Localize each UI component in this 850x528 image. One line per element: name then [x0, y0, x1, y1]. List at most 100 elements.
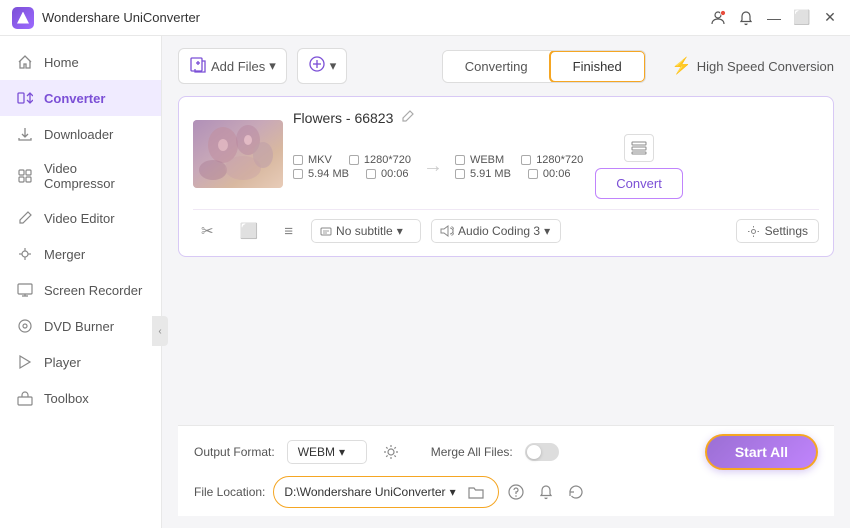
sidebar-item-screen-recorder[interactable]: Screen Recorder [0, 272, 161, 308]
settings-label: Settings [765, 224, 808, 238]
source-dur-checkbox [366, 169, 376, 179]
footer-icons [507, 479, 585, 506]
refresh-icon[interactable] [567, 483, 585, 506]
edit-icon [16, 209, 34, 227]
subtitle-arrow: ▾ [397, 224, 403, 238]
add-drop-button[interactable]: ▾ [297, 48, 348, 84]
minimize-icon[interactable]: — [766, 10, 782, 26]
source-format-checkbox [293, 155, 303, 165]
output-size: 5.91 MB [470, 168, 511, 180]
file-location-label: File Location: [194, 485, 265, 499]
sidebar: Home Converter Downloader [0, 36, 162, 528]
file-card-header: Flowers - 66823 MKV [193, 109, 819, 199]
output-format-arrow: ▾ [339, 445, 345, 459]
output-format-text: WEBM [470, 154, 504, 166]
speed-icon: ⚡ [672, 56, 692, 76]
sidebar-label-home: Home [44, 55, 79, 70]
file-name-text: Flowers - 66823 [293, 110, 393, 126]
location-select[interactable]: D:\Wondershare UniConverter ▾ [284, 485, 455, 499]
main-layout: Home Converter Downloader [0, 36, 850, 528]
sidebar-item-dvd-burner[interactable]: DVD Burner [0, 308, 161, 344]
notification-footer-icon[interactable] [537, 483, 555, 506]
scissors-icon[interactable]: ✂ [193, 218, 222, 244]
sidebar-item-home[interactable]: Home [0, 44, 161, 80]
merge-icon [16, 245, 34, 263]
file-formats-row: MKV 1280*720 5.94 MB 00:06 [293, 134, 819, 199]
toolbar: Add Files ▾ ▾ Converting Finished ⚡ [178, 48, 834, 84]
sidebar-item-video-editor[interactable]: Video Editor [0, 200, 161, 236]
output-resolution: 1280*720 [536, 154, 583, 166]
crop-icon[interactable]: ⬜ [232, 218, 267, 244]
spacer [178, 265, 834, 425]
file-location-value: D:\Wondershare UniConverter [284, 485, 445, 499]
source-res-checkbox [349, 155, 359, 165]
high-speed-btn[interactable]: ⚡ High Speed Conversion [672, 56, 834, 76]
sidebar-collapse-btn[interactable]: ‹ [152, 316, 168, 346]
sidebar-item-toolbox[interactable]: Toolbox [0, 380, 161, 416]
tab-converting[interactable]: Converting [443, 51, 550, 82]
subtitle-icon [320, 225, 332, 237]
bottom-bar: Output Format: WEBM ▾ Merge All Files: [178, 425, 834, 516]
file-settings-icon-btn[interactable] [624, 134, 654, 162]
effects-icon[interactable]: ≡ [276, 219, 301, 244]
file-card: Flowers - 66823 MKV [178, 96, 834, 257]
add-files-button[interactable]: Add Files ▾ [178, 48, 287, 84]
user-icon[interactable] [710, 10, 726, 26]
help-icon[interactable] [507, 483, 525, 506]
subtitle-label: No subtitle [336, 224, 393, 238]
sidebar-label-video-compressor: Video Compressor [44, 161, 145, 191]
convert-button[interactable]: Convert [595, 168, 683, 199]
audio-arrow: ▾ [544, 224, 550, 238]
audio-label: Audio Coding 3 [458, 224, 540, 238]
file-info-area: Flowers - 66823 MKV [293, 109, 819, 199]
dvd-icon [16, 317, 34, 335]
sidebar-label-downloader: Downloader [44, 127, 113, 142]
sidebar-label-screen-recorder: Screen Recorder [44, 283, 142, 298]
output-format-value: WEBM [298, 445, 335, 459]
maximize-icon[interactable]: ⬜ [794, 10, 810, 26]
converter-icon [16, 89, 34, 107]
output-format-settings-icon[interactable] [379, 440, 403, 464]
sidebar-item-downloader[interactable]: Downloader [0, 116, 161, 152]
settings-button[interactable]: Settings [736, 219, 819, 243]
output-format-label: Output Format: [194, 445, 275, 459]
add-drop-icon [308, 55, 326, 77]
edit-name-icon[interactable] [401, 109, 415, 126]
add-drop-label: ▾ [330, 58, 337, 74]
source-size-checkbox [293, 169, 303, 179]
merge-toggle[interactable] [525, 443, 559, 461]
subtitle-select[interactable]: No subtitle ▾ [311, 219, 421, 243]
folder-icon[interactable] [464, 480, 488, 504]
out-format-checkbox [455, 155, 465, 165]
output-duration: 00:06 [543, 168, 571, 180]
add-files-arrow: ▾ [269, 58, 276, 74]
sidebar-label-toolbox: Toolbox [44, 391, 89, 406]
merge-label: Merge All Files: [431, 445, 513, 459]
content-area: Add Files ▾ ▾ Converting Finished ⚡ [162, 36, 850, 528]
sidebar-label-dvd-burner: DVD Burner [44, 319, 114, 334]
close-icon[interactable]: ✕ [822, 10, 838, 26]
settings-icon [747, 225, 760, 238]
sidebar-item-converter[interactable]: Converter [0, 80, 161, 116]
convert-btn-area: Convert [595, 134, 683, 199]
sidebar-label-merger: Merger [44, 247, 85, 262]
bell-icon[interactable] [738, 10, 754, 26]
sidebar-item-video-compressor[interactable]: Video Compressor [0, 152, 161, 200]
output-format-select[interactable]: WEBM ▾ [287, 440, 367, 464]
sidebar-label-converter: Converter [44, 91, 105, 106]
screen-icon [16, 281, 34, 299]
play-icon [16, 353, 34, 371]
bottom-row-1: Output Format: WEBM ▾ Merge All Files: [194, 434, 818, 470]
start-all-button[interactable]: Start All [705, 434, 818, 470]
convert-arrow: → [415, 155, 451, 178]
compress-icon [16, 167, 34, 185]
file-thumbnail [193, 120, 283, 188]
out-size-checkbox [455, 169, 465, 179]
audio-select[interactable]: Audio Coding 3 ▾ [431, 219, 561, 243]
title-bar: Wondershare UniConverter — ⬜ ✕ [0, 0, 850, 36]
sidebar-item-merger[interactable]: Merger [0, 236, 161, 272]
sidebar-item-player[interactable]: Player [0, 344, 161, 380]
location-arrow: ▾ [450, 485, 456, 499]
app-title: Wondershare UniConverter [42, 10, 200, 25]
tab-finished[interactable]: Finished [549, 50, 646, 83]
